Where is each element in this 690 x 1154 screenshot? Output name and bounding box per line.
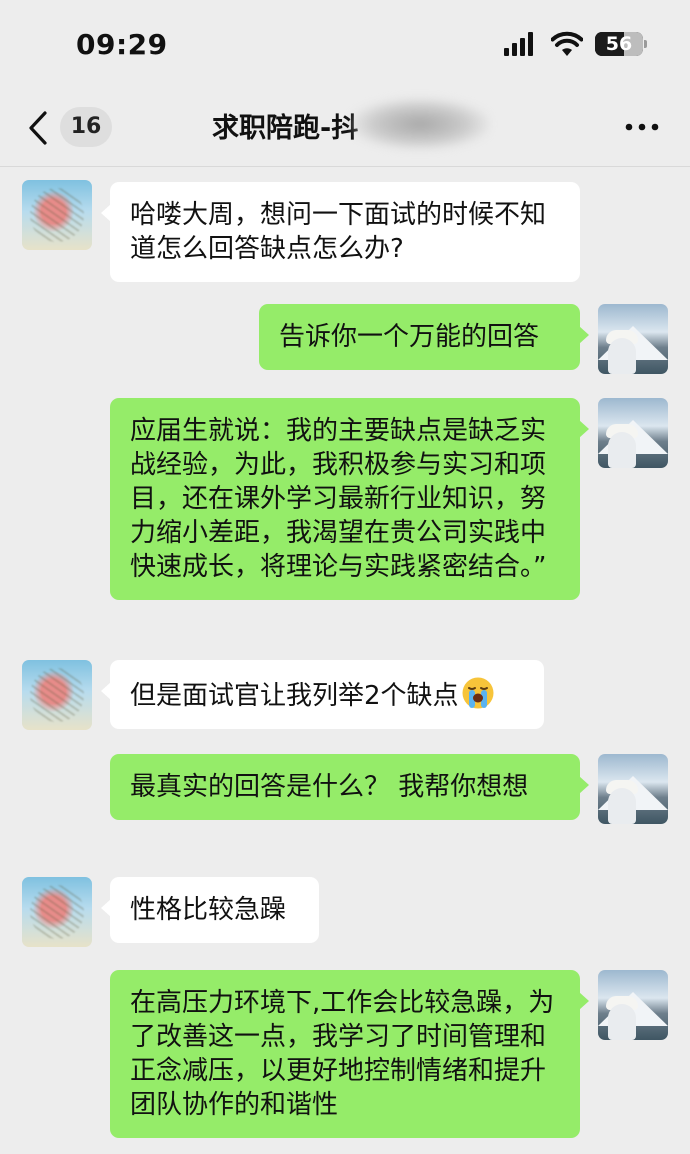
my-avatar[interactable] <box>598 304 668 374</box>
message-text: 在高压力环境下,工作会比较急躁，为了改善这一点，我学习了时间管理和正念减压，以更… <box>130 988 555 1120</box>
cellular-signal-icon <box>504 32 533 56</box>
my-avatar[interactable] <box>598 970 668 1040</box>
chat-header: 16 求职陪跑-抖 <box>0 90 690 167</box>
battery-level: 56 <box>605 33 633 55</box>
back-chevron-icon[interactable] <box>24 108 54 148</box>
wifi-icon <box>551 31 583 56</box>
message-bubble-incoming[interactable]: 性格比较急躁 <box>101 877 319 943</box>
message-bubble-incoming[interactable]: 但是面试官让我列举2个缺点 <box>101 660 544 729</box>
message-bubble-outgoing[interactable]: 在高压力环境下,工作会比较急躁，为了改善这一点，我学习了时间管理和正念减压，以更… <box>110 970 589 1138</box>
message-bubble-incoming[interactable]: 哈喽大周，想问一下面试的时候不知道怎么回答缺点怎么办? <box>101 182 580 282</box>
battery-icon: 56 <box>595 32 643 56</box>
contact-avatar[interactable] <box>22 180 92 250</box>
message-bubble-outgoing[interactable]: 最真实的回答是什么？ 我帮你想想 <box>110 754 589 820</box>
message-bubble-outgoing[interactable]: 应届生就说：我的主要缺点是缺乏实战经验，为此，我积极参与实习和项目，还在课外学习… <box>110 398 589 600</box>
message-text: 但是面试官让我列举2个缺点 <box>130 681 459 711</box>
battery-tip <box>644 40 647 48</box>
chat-title: 求职陪跑-抖 <box>212 113 359 144</box>
more-options-icon[interactable] <box>622 112 662 142</box>
contact-avatar[interactable] <box>22 877 92 947</box>
blurred-title-redaction <box>350 98 490 150</box>
contact-avatar[interactable] <box>22 660 92 730</box>
my-avatar[interactable] <box>598 754 668 824</box>
message-text: 最真实的回答是什么？ 我帮你想想 <box>130 772 529 802</box>
loudly-crying-face-icon <box>462 677 494 709</box>
message-text: 告诉你一个万能的回答 <box>279 322 540 352</box>
status-time: 09:29 <box>76 28 168 61</box>
message-text: 性格比较急躁 <box>130 895 287 925</box>
status-bar: 09:29 56 <box>0 0 690 90</box>
message-bubble-outgoing[interactable]: 告诉你一个万能的回答 <box>259 304 589 370</box>
message-text: 应届生就说：我的主要缺点是缺乏实战经验，为此，我积极参与实习和项目，还在课外学习… <box>130 416 547 582</box>
message-text: 哈喽大周，想问一下面试的时候不知道怎么回答缺点怎么办? <box>130 200 547 264</box>
unread-count-badge[interactable]: 16 <box>60 107 112 147</box>
my-avatar[interactable] <box>598 398 668 468</box>
